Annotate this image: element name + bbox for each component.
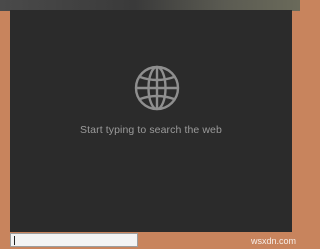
text-caret <box>14 236 15 245</box>
watermark: wsxdn.com <box>250 236 296 246</box>
screen: Start typing to search the web wsxdn.com <box>0 0 300 249</box>
desktop-edge <box>0 11 10 249</box>
search-hint-text: Start typing to search the web <box>80 124 222 136</box>
search-input[interactable] <box>10 233 138 247</box>
globe-icon <box>134 65 180 111</box>
search-panel <box>10 10 292 232</box>
